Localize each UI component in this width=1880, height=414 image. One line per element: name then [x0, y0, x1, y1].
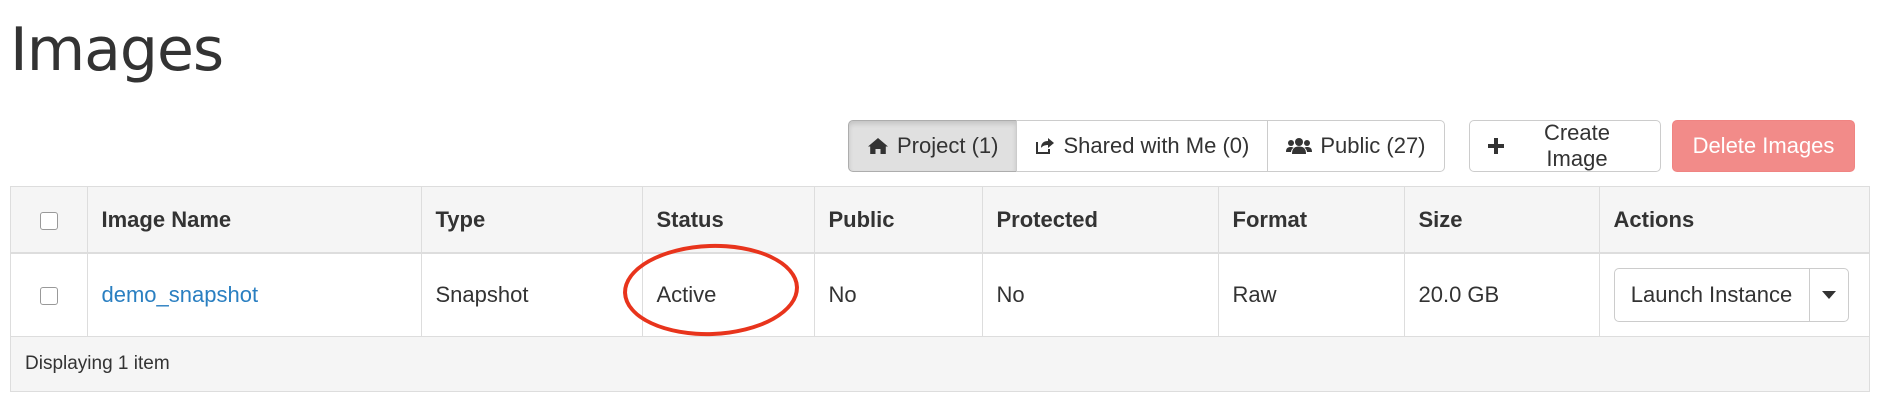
- select-all-checkbox[interactable]: [39, 211, 58, 230]
- delete-images-button[interactable]: Delete Images: [1672, 120, 1855, 172]
- images-table: Image Name Type Status Public Protected …: [10, 186, 1870, 392]
- filter-project-label: Project (1): [897, 133, 999, 158]
- column-header-protected[interactable]: Protected: [982, 187, 1219, 254]
- filter-shared-label: Shared with Me (0): [1063, 133, 1250, 158]
- table-footer-count: Displaying 1 item: [11, 336, 1869, 391]
- image-public-cell: No: [814, 253, 983, 337]
- plus-icon: [1488, 138, 1504, 154]
- image-protected-cell: No: [982, 253, 1219, 337]
- row-checkbox[interactable]: [39, 286, 58, 305]
- delete-images-label: Delete Images: [1692, 133, 1835, 158]
- table-row: demo_snapshot Snapshot Active No No Raw …: [11, 253, 1869, 337]
- filter-project-button[interactable]: Project (1): [848, 120, 1018, 172]
- column-header-size[interactable]: Size: [1404, 187, 1600, 254]
- column-header-image-name[interactable]: Image Name: [87, 187, 422, 254]
- page-title: Images: [10, 15, 224, 85]
- home-icon: [867, 137, 889, 155]
- column-header-status[interactable]: Status: [642, 187, 815, 254]
- create-image-button[interactable]: Create Image: [1469, 120, 1661, 172]
- filter-public-label: Public (27): [1320, 133, 1426, 158]
- image-format-cell: Raw: [1218, 253, 1405, 337]
- share-icon: [1035, 137, 1055, 155]
- image-actions-cell: Launch Instance: [1599, 253, 1869, 337]
- column-header-format[interactable]: Format: [1218, 187, 1405, 254]
- create-image-label: Create Image: [1543, 120, 1611, 171]
- image-name-cell: demo_snapshot: [87, 253, 422, 337]
- caret-down-icon: [1821, 287, 1836, 302]
- image-name-link[interactable]: demo_snapshot: [102, 282, 259, 307]
- column-header-type[interactable]: Type: [421, 187, 643, 254]
- filter-public-button[interactable]: Public (27): [1267, 120, 1445, 172]
- image-filter-group: Project (1) Shared with Me (0) Public (2…: [848, 120, 1445, 172]
- users-icon: [1286, 137, 1313, 155]
- column-header-public[interactable]: Public: [814, 187, 983, 254]
- launch-instance-button[interactable]: Launch Instance: [1613, 267, 1810, 322]
- image-type-cell: Snapshot: [421, 253, 643, 337]
- table-footer-row: Displaying 1 item: [11, 336, 1869, 391]
- actions-dropdown-toggle[interactable]: [1808, 267, 1849, 322]
- select-all-cell: [11, 187, 88, 254]
- table-header-row: Image Name Type Status Public Protected …: [11, 187, 1869, 254]
- row-select-cell: [11, 253, 88, 337]
- column-header-actions: Actions: [1599, 187, 1869, 254]
- filter-shared-button[interactable]: Shared with Me (0): [1016, 120, 1269, 172]
- row-action-group: Launch Instance: [1613, 267, 1856, 322]
- image-size-cell: 20.0 GB: [1404, 253, 1600, 337]
